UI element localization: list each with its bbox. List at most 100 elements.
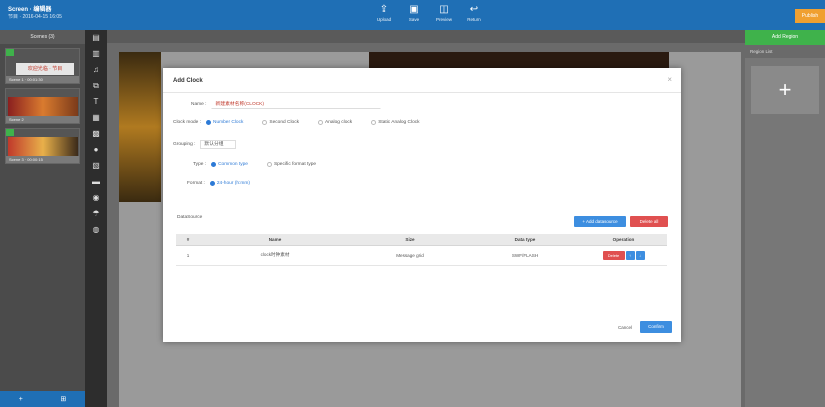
cancel-button[interactable]: Cancel [615, 322, 635, 333]
brand-title: Screen · 编辑器 [8, 7, 52, 13]
clock-mode-option-number[interactable]: Number Clock [206, 120, 243, 125]
grouping-row: Grouping : 默认分组 [173, 140, 237, 149]
upload-label: Upload [376, 17, 392, 22]
clock-mode-option-static-analog[interactable]: Static Analog Clock [371, 120, 420, 125]
scene-thumbnail-3[interactable]: Scene 3 · 00:00:15 [5, 128, 80, 164]
video-icon[interactable]: ▦ [85, 110, 107, 126]
clock-icon[interactable]: ◉ [85, 190, 107, 206]
close-icon[interactable]: × [667, 75, 672, 84]
scene-preview [8, 137, 78, 157]
radio-icon [262, 120, 268, 125]
table-row[interactable]: 1 clock时钟素材 Message grid SWF/FLASH Delet… [176, 245, 667, 266]
circle-icon[interactable]: ● [85, 142, 107, 158]
add-region-button[interactable]: Add Region [745, 30, 825, 45]
preview-icon: ◫ [439, 4, 449, 15]
web-icon[interactable]: ◍ [85, 222, 107, 238]
scene-panel-footer: + ⊞ [0, 391, 85, 407]
option-label: Static Analog Clock [378, 120, 420, 125]
font-icon[interactable]: T [85, 94, 107, 110]
move-up-icon[interactable]: ↑ [625, 250, 635, 260]
row-type: SWF/FLASH [470, 245, 580, 266]
region-panel: Add Region Region List + [745, 30, 825, 407]
radio-icon [318, 120, 323, 125]
row-name: clock时钟素材 [200, 245, 350, 266]
upload-button[interactable]: ⇪ Upload [372, 4, 396, 23]
option-label: Common type [218, 162, 248, 167]
publish-button[interactable]: Publish [795, 9, 825, 23]
option-label: Specific format type [273, 162, 317, 167]
table-icon[interactable]: ▩ [85, 126, 107, 142]
table-header-row: # Name Size Data type Operation [176, 234, 667, 246]
app-brand: Screen · 编辑器 节目 · 2016-04-15 16:05 [8, 7, 62, 21]
region-list-header: Region List [745, 45, 825, 58]
radio-selected-icon [209, 181, 215, 186]
scene-thumbnail-1[interactable]: 欢迎光临 · 节目 Scene 1 · 00:01:30 [5, 48, 80, 84]
move-down-icon[interactable]: ↓ [635, 250, 645, 260]
radio-icon [266, 162, 272, 167]
scene-thumbnail-2[interactable]: Scene 2 [5, 88, 80, 124]
format-row: Format : 24-hour (h:mm) [187, 181, 264, 186]
option-label: Second Clock [269, 120, 299, 125]
document-icon[interactable]: ▧ [85, 158, 107, 174]
preview-button[interactable]: ◫ Preview [432, 4, 456, 23]
clock-mode-row: Clock mode : Number Clock Second Clock A… [173, 120, 434, 125]
scene-panel: Scenes (3) 欢迎光临 · 节目 Scene 1 · 00:01:30 … [0, 30, 85, 407]
name-input[interactable]: 新建素材名称(CLOCK) [211, 100, 382, 109]
scene-preview: 欢迎光临 · 节目 [16, 63, 74, 75]
datasource-table: # Name Size Data type Operation 1 clock时… [176, 234, 667, 266]
add-datasource-button[interactable]: + Add datasource [574, 216, 626, 227]
brand-subtitle: 节目 · 2016-04-15 16:05 [8, 14, 62, 20]
save-button[interactable]: ▣ Save [402, 4, 426, 23]
scene-caption: Scene 3 · 00:00:15 [6, 156, 79, 163]
datasource-label: DataSource [177, 215, 203, 220]
type-option-specific[interactable]: Specific format type [266, 162, 317, 167]
row-index: 1 [176, 245, 200, 266]
confirm-button[interactable]: Confirm [640, 321, 672, 333]
type-option-common[interactable]: Common type [211, 162, 248, 167]
add-scene-icon[interactable]: + [19, 396, 23, 403]
radio-icon [371, 120, 377, 125]
weather-icon[interactable]: ☂ [85, 206, 107, 222]
top-bar: Screen · 编辑器 节目 · 2016-04-15 16:05 ⇪ Upl… [0, 0, 825, 30]
grid-view-icon[interactable]: ⊞ [60, 395, 66, 403]
clock-mode-option-analog[interactable]: Analog clock [318, 120, 352, 125]
row-size: Message grid [350, 245, 470, 266]
delete-all-button[interactable]: Delete all [630, 216, 668, 227]
return-button[interactable]: ↩ Return [462, 4, 486, 23]
add-region-tile[interactable]: + [751, 66, 819, 114]
column-header-operation: Operation [580, 234, 667, 246]
stage-image-region[interactable] [119, 52, 161, 202]
upload-icon: ⇪ [379, 4, 389, 15]
text-icon[interactable]: ▤ [85, 30, 107, 46]
option-label: Number Clock [213, 120, 244, 125]
option-label: 24-hour (h:mm) [216, 181, 250, 186]
save-icon: ▣ [409, 4, 419, 15]
grouping-label: Grouping : [173, 142, 196, 147]
scene-panel-header: Scenes (3) [0, 30, 85, 44]
back-icon: ↩ [469, 4, 479, 15]
name-row: Name : 新建素材名称(CLOCK) [191, 100, 382, 109]
scene-preview [8, 97, 78, 117]
format-label: Format : [187, 181, 205, 186]
preview-label: Preview [435, 17, 452, 22]
column-header-type: Data type [470, 234, 580, 246]
clock-mode-option-second[interactable]: Second Clock [262, 120, 299, 125]
property-bar [107, 30, 745, 43]
dialog-title: Add Clock [173, 78, 203, 84]
folder-icon[interactable]: ▬ [85, 174, 107, 190]
type-row: Type : Common type Specific format type [193, 162, 330, 167]
radio-selected-icon [211, 162, 217, 167]
music-icon[interactable]: ♫ [85, 62, 107, 78]
format-option[interactable]: 24-hour (h:mm) [209, 181, 250, 186]
row-operations: Delete ↑ ↓ [580, 245, 667, 266]
add-clock-dialog: Add Clock × Name : 新建素材名称(CLOCK) Clock m… [163, 68, 681, 342]
dialog-divider [163, 92, 681, 93]
delete-row-button[interactable]: Delete [602, 250, 625, 260]
clock-mode-label: Clock mode : [173, 120, 201, 125]
option-label: Analog clock [325, 120, 353, 125]
copy-icon[interactable]: ⧉ [85, 78, 107, 94]
column-header-name: Name [200, 234, 350, 246]
scene-tag [6, 129, 14, 136]
grouping-select[interactable]: 默认分组 [200, 140, 237, 149]
image-icon[interactable]: ▥ [85, 46, 107, 62]
